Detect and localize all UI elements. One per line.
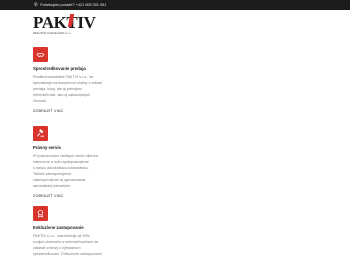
badge-icon bbox=[33, 206, 48, 221]
handshake-icon bbox=[33, 47, 48, 62]
logo-tagline: REALITNÁ KANCELÁRIA s.r.o. bbox=[33, 31, 72, 35]
top-bar: ✆ Potrebujete poradiť? +421 905 391 951 bbox=[0, 0, 350, 10]
service-exkluzivne-zastupovanie: Exkluzívne zastupovanie PAKTIV s.r.o., u… bbox=[33, 206, 133, 257]
gavel-icon bbox=[33, 126, 48, 141]
service-description: Realitná kancelária PAKTIV s.r.o., sa šp… bbox=[33, 75, 103, 103]
service-title: Exkluzívne zastupovanie bbox=[33, 225, 84, 230]
logo-wordmark: PAKTIV bbox=[33, 13, 96, 32]
service-description: PAKTIV s.r.o., uskutočňuje až 90% svojic… bbox=[33, 234, 102, 256]
more-link[interactable]: ZOBRAZIŤ VIAC bbox=[33, 194, 133, 199]
phone-icon: ✆ bbox=[34, 2, 38, 7]
more-link[interactable]: ZOBRAZIŤ VIAC bbox=[33, 109, 133, 114]
service-sprostredkovanie: Sprostredkovanie predaja Realitná kancel… bbox=[33, 47, 133, 114]
call-info[interactable]: ✆ Potrebujete poradiť? +421 905 391 951 bbox=[34, 0, 106, 10]
call-text: Potrebujete poradiť? +421 905 391 951 bbox=[40, 3, 107, 7]
service-description: Pri pripravovaní všetkých zmlúv klientov… bbox=[33, 154, 99, 188]
service-title: Sprostredkovanie predaja bbox=[33, 66, 86, 71]
logo[interactable]: PAKTIV REALITNÁ KANCELÁRIA s.r.o. bbox=[33, 14, 96, 36]
service-title: Právny servis bbox=[33, 145, 61, 150]
service-pravny-servis: Právny servis Pri pripravovaní všetkých … bbox=[33, 126, 133, 199]
